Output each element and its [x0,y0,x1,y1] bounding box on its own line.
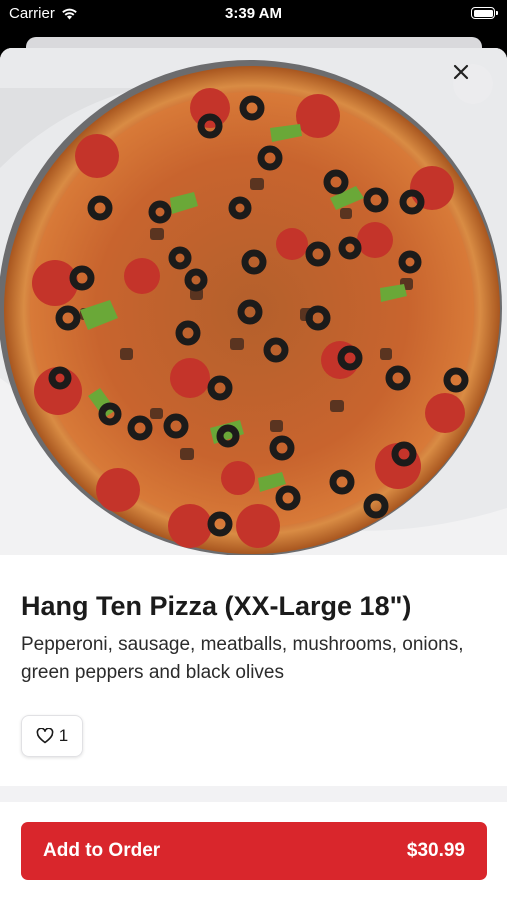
status-bar: Carrier 3:39 AM [0,0,507,34]
item-info: Hang Ten Pizza (XX-Large 18") Pepperoni,… [0,555,507,757]
section-divider [0,786,507,802]
pizza-image [0,48,507,555]
close-button[interactable] [453,64,493,104]
like-button[interactable]: 1 [21,715,83,757]
add-to-order-button[interactable]: Add to Order $30.99 [21,822,487,880]
close-icon [453,64,469,80]
order-footer: Add to Order $30.99 [0,802,507,900]
item-photo [0,48,507,555]
item-description: Pepperoni, sausage, meatballs, mushrooms… [21,634,464,683]
heart-icon [36,728,54,744]
add-to-order-label: Add to Order [43,840,161,861]
status-time: 3:39 AM [225,5,282,22]
item-price: $30.99 [406,840,465,861]
battery-icon [471,7,498,19]
item-title: Hang Ten Pizza (XX-Large 18") [21,591,412,621]
item-detail-sheet: Hang Ten Pizza (XX-Large 18") Pepperoni,… [0,48,507,900]
like-count: 1 [58,726,69,745]
